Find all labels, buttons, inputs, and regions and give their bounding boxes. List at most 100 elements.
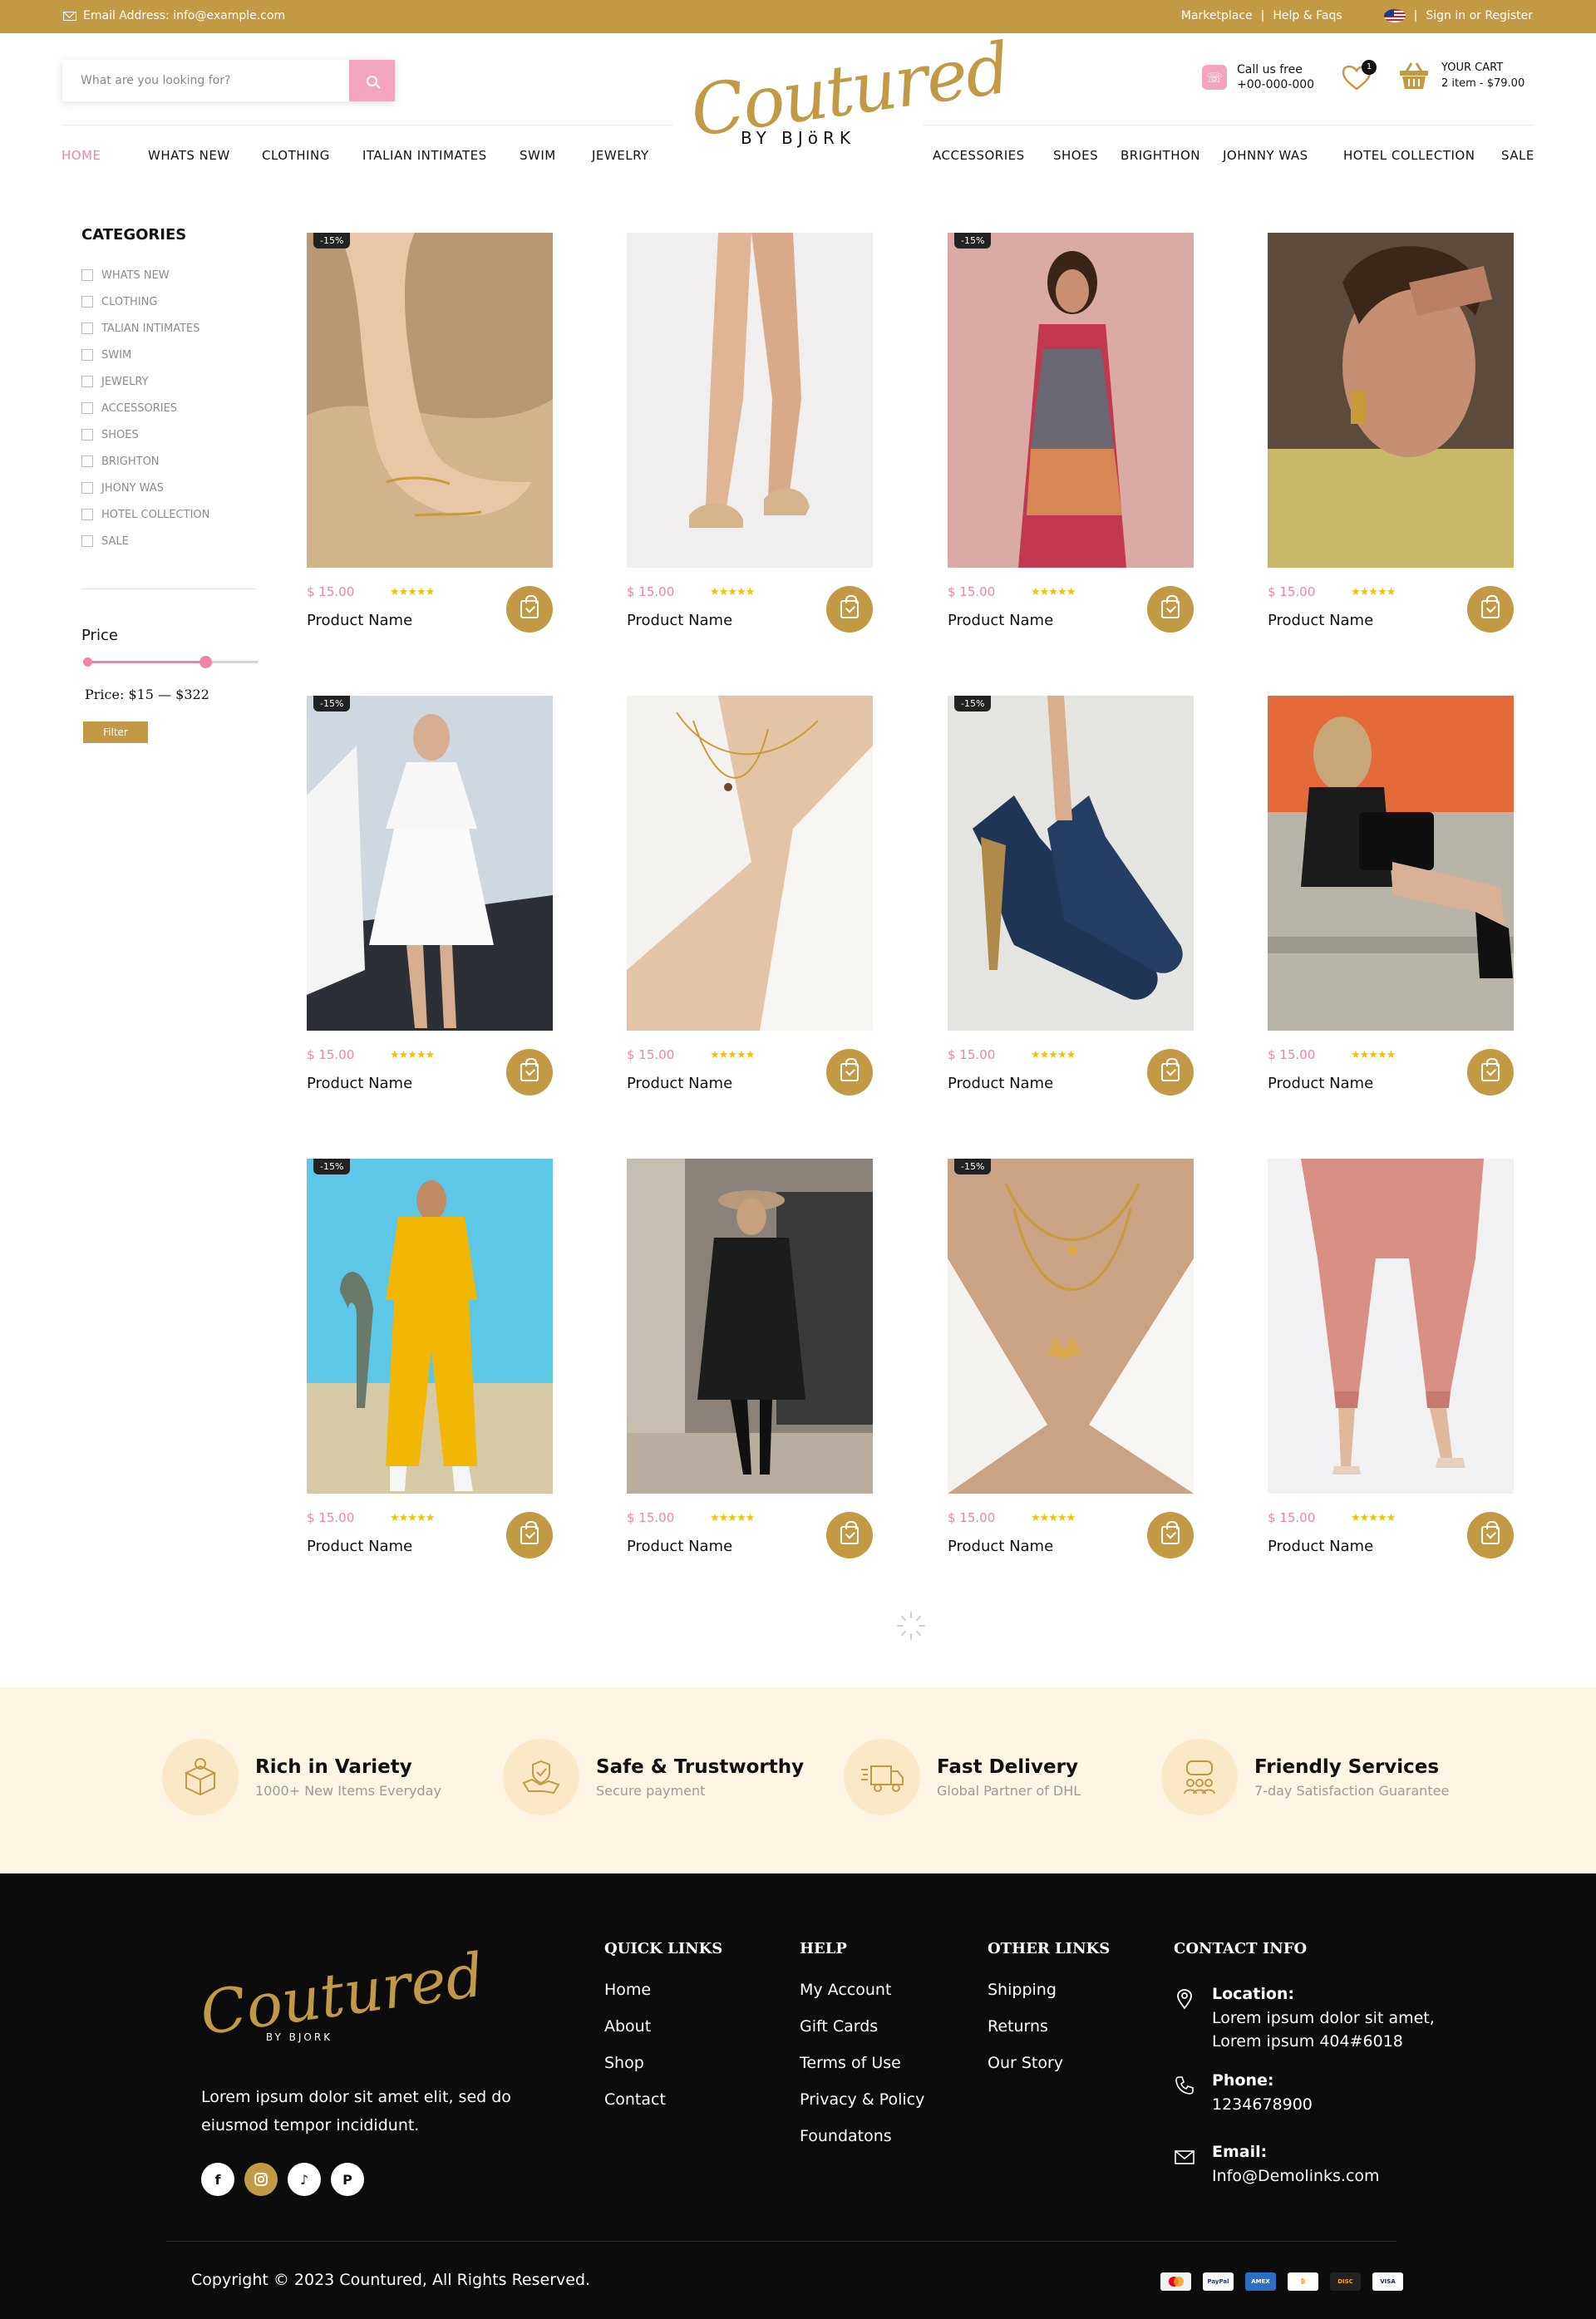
category-item[interactable]: JEWELRY (81, 368, 209, 395)
checkbox[interactable] (81, 509, 93, 520)
tiktok-icon[interactable]: ♪ (288, 2163, 321, 2196)
product-image[interactable] (627, 696, 873, 1031)
filter-button[interactable]: Filter (83, 721, 148, 743)
add-to-cart-button[interactable] (1467, 1049, 1514, 1095)
search-button[interactable] (349, 60, 395, 101)
checkbox[interactable] (81, 269, 93, 281)
product-card[interactable]: -15% $ 15.00 ★★★★★ Product Name (307, 696, 553, 1111)
nav-jewelry[interactable]: JEWELRY (592, 148, 649, 163)
product-image[interactable] (948, 1159, 1194, 1494)
marketplace-link[interactable]: Marketplace (1181, 9, 1253, 22)
footer-link-gift-cards[interactable]: Gift Cards (800, 2017, 924, 2054)
category-item[interactable]: BRIGHTON (81, 448, 209, 475)
help-link[interactable]: Help & Faqs (1273, 9, 1342, 22)
category-item[interactable]: SHOES (81, 421, 209, 448)
email-value[interactable]: Info@Demolinks.com (1212, 2164, 1380, 2188)
add-to-cart-button[interactable] (826, 1049, 873, 1095)
add-to-cart-button[interactable] (506, 586, 553, 633)
category-item[interactable]: CLOTHING (81, 288, 209, 315)
checkbox[interactable] (81, 535, 93, 547)
checkbox[interactable] (81, 322, 93, 334)
nav-italian-intimates[interactable]: ITALIAN INTIMATES (362, 148, 487, 163)
checkbox[interactable] (81, 455, 93, 467)
wishlist-button[interactable]: 1 (1342, 60, 1377, 93)
instagram-icon[interactable] (244, 2163, 278, 2196)
footer-link-home[interactable]: Home (604, 1981, 722, 2017)
facebook-icon[interactable]: f (201, 2163, 234, 2196)
product-card[interactable]: -15% $ 15.00 ★★★★★ Product Name (948, 233, 1194, 648)
slider-handle-min[interactable] (83, 657, 92, 667)
footer-link-about[interactable]: About (604, 2017, 722, 2054)
product-name[interactable]: Product Name (1268, 1538, 1373, 1555)
nav-accessories[interactable]: ACCESSORIES (933, 148, 1025, 163)
product-card[interactable]: $ 15.00 ★★★★★ Product Name (1268, 696, 1514, 1111)
call-number[interactable]: +00-000-000 (1237, 78, 1314, 91)
product-card[interactable]: $ 15.00 ★★★★★ Product Name (1268, 233, 1514, 648)
footer-link-shipping[interactable]: Shipping (988, 1981, 1110, 2017)
footer-link-shop[interactable]: Shop (604, 2054, 722, 2090)
nav-sale[interactable]: SALE (1501, 148, 1534, 163)
product-image[interactable] (1268, 696, 1514, 1031)
category-item[interactable]: HOTEL COLLECTION (81, 501, 209, 528)
product-name[interactable]: Product Name (627, 1538, 732, 1555)
checkbox[interactable] (81, 429, 93, 441)
product-image[interactable] (948, 233, 1194, 568)
site-logo[interactable]: Coutured BY BJöRK (686, 27, 1013, 185)
product-image[interactable] (627, 233, 873, 568)
signin-link[interactable]: Sign in or Register (1426, 9, 1533, 22)
product-card[interactable]: $ 15.00 ★★★★★ Product Name (627, 696, 873, 1111)
product-card[interactable]: $ 15.00 ★★★★★ Product Name (627, 233, 873, 648)
search-input[interactable] (62, 60, 349, 101)
checkbox[interactable] (81, 296, 93, 308)
checkbox[interactable] (81, 349, 93, 361)
checkbox[interactable] (81, 402, 93, 414)
footer-link-foundatons[interactable]: Foundatons (800, 2127, 924, 2164)
nav-clothing[interactable]: CLOTHING (262, 148, 330, 163)
nav-home[interactable]: HOME (62, 148, 101, 163)
nav-johnny-was[interactable]: JOHNNY WAS (1223, 148, 1308, 163)
cart-button[interactable]: YOUR CART 2 item - $79.00 (1398, 60, 1525, 91)
product-card[interactable]: $ 15.00 ★★★★★ Product Name (1268, 1159, 1514, 1574)
add-to-cart-button[interactable] (826, 1512, 873, 1558)
category-item[interactable]: SALE (81, 528, 209, 554)
product-name[interactable]: Product Name (307, 1075, 412, 1092)
category-item[interactable]: TALIAN INTIMATES (81, 315, 209, 342)
footer-logo[interactable]: Coutured BY BJORK (196, 1940, 489, 2073)
product-name[interactable]: Product Name (1268, 1075, 1373, 1092)
checkbox[interactable] (81, 482, 93, 494)
pinterest-icon[interactable]: P (331, 2163, 364, 2196)
product-name[interactable]: Product Name (948, 1075, 1053, 1092)
nav-swim[interactable]: SWIM (520, 148, 556, 163)
category-item[interactable]: JHONY WAS (81, 475, 209, 501)
add-to-cart-button[interactable] (1147, 1049, 1194, 1095)
product-card[interactable]: -15% $ 15.00 ★★★★★ Product Name (307, 233, 553, 648)
footer-link-contact[interactable]: Contact (604, 2090, 722, 2127)
price-slider[interactable] (83, 656, 258, 668)
product-image[interactable] (307, 1159, 553, 1494)
product-name[interactable]: Product Name (948, 612, 1053, 629)
phone-value[interactable]: 1234678900 (1212, 2093, 1313, 2116)
footer-link-privacy[interactable]: Privacy & Policy (800, 2090, 924, 2127)
footer-link-our-story[interactable]: Our Story (988, 2054, 1110, 2090)
footer-link-my-account[interactable]: My Account (800, 1981, 924, 2017)
product-name[interactable]: Product Name (307, 612, 412, 629)
add-to-cart-button[interactable] (1147, 1512, 1194, 1558)
footer-link-terms[interactable]: Terms of Use (800, 2054, 924, 2090)
product-card[interactable]: $ 15.00 ★★★★★ Product Name (627, 1159, 873, 1574)
product-name[interactable]: Product Name (627, 612, 732, 629)
product-name[interactable]: Product Name (307, 1538, 412, 1555)
add-to-cart-button[interactable] (1467, 1512, 1514, 1558)
nav-brighthon[interactable]: BRIGHTHON (1121, 148, 1200, 163)
checkbox[interactable] (81, 376, 93, 387)
category-item[interactable]: SWIM (81, 342, 209, 368)
product-image[interactable] (627, 1159, 873, 1494)
product-name[interactable]: Product Name (1268, 612, 1373, 629)
slider-handle-max[interactable] (200, 656, 212, 668)
category-item[interactable]: WHATS NEW (81, 262, 209, 288)
product-image[interactable] (948, 696, 1194, 1031)
product-image[interactable] (1268, 233, 1514, 568)
product-image[interactable] (1268, 1159, 1514, 1494)
product-name[interactable]: Product Name (948, 1538, 1053, 1555)
nav-hotel-collection[interactable]: HOTEL COLLECTION (1343, 148, 1475, 163)
add-to-cart-button[interactable] (826, 586, 873, 633)
